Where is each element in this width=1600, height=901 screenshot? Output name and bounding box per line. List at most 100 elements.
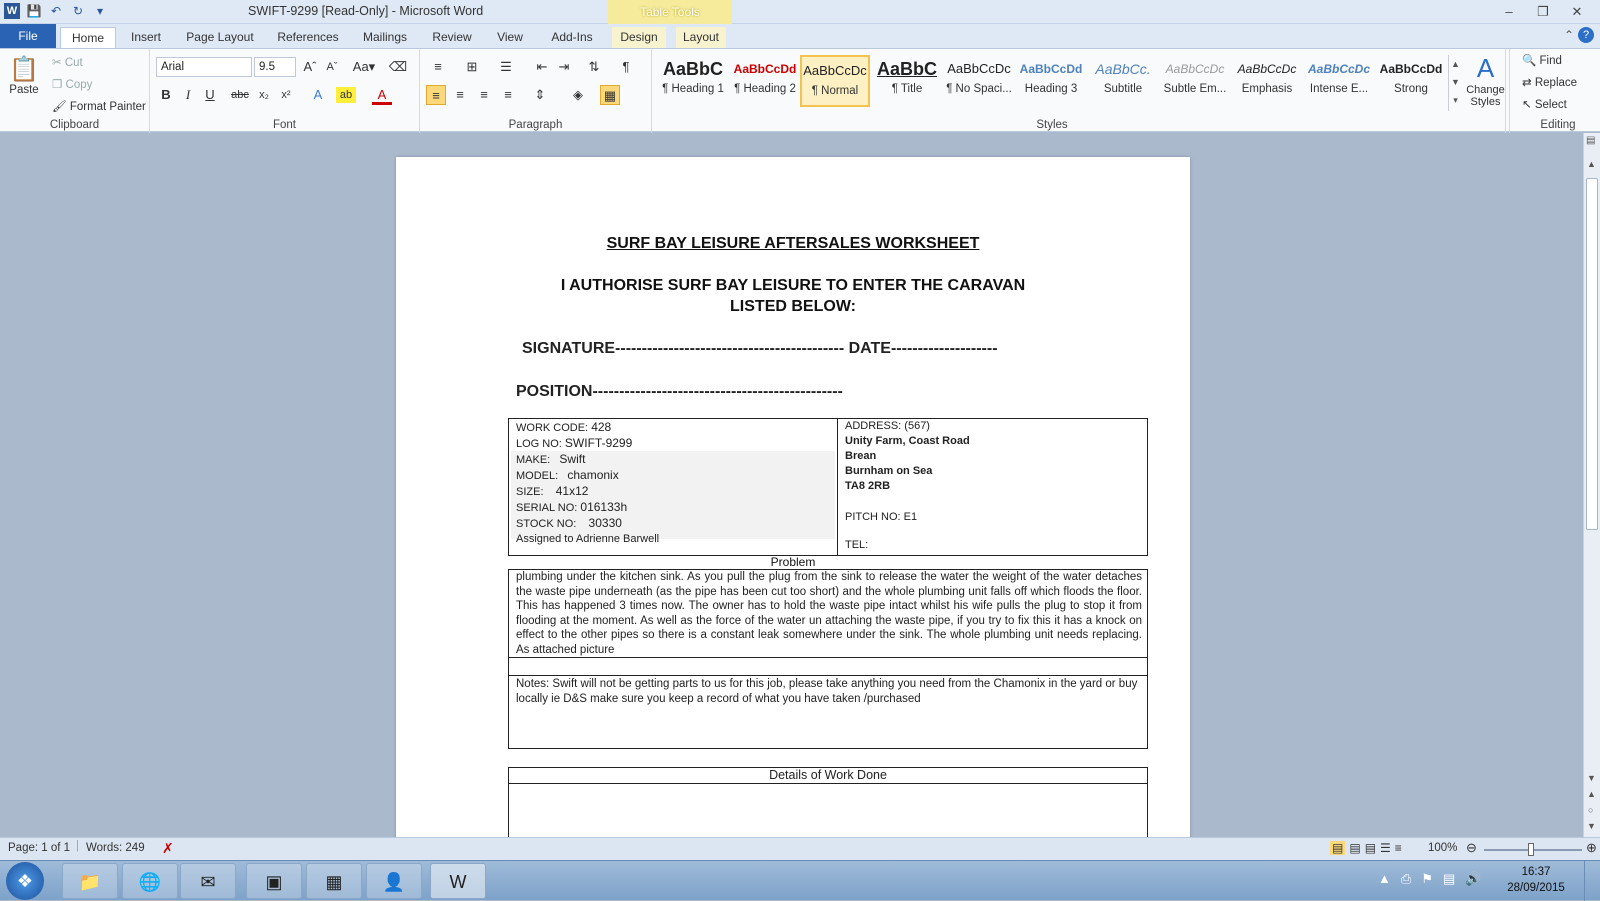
scroll-up-icon[interactable]: ▲	[1587, 159, 1596, 169]
subscript-icon[interactable]: x₂	[254, 85, 274, 105]
restore-icon[interactable]: ❐	[1526, 2, 1560, 22]
align-left-icon[interactable]: ≡	[426, 85, 446, 105]
tab-design[interactable]: Design	[612, 27, 666, 48]
numbering-icon[interactable]: ⊞	[462, 57, 482, 77]
customize-qat-icon[interactable]: ▾	[92, 3, 108, 19]
zoom-level[interactable]: 100%	[1428, 842, 1457, 854]
change-case-icon[interactable]: Aa▾	[350, 57, 378, 77]
flag-icon[interactable]: ⚑	[1421, 871, 1433, 887]
print-layout-icon[interactable]: ▤	[1330, 841, 1346, 855]
show-desktop-button[interactable]	[1584, 861, 1600, 901]
zoom-in-icon[interactable]: ⊕	[1586, 840, 1597, 856]
font-size-select[interactable]: 9.5	[254, 57, 296, 77]
notes-text[interactable]: Notes: Swift will not be getting parts t…	[516, 677, 1144, 706]
cut-button[interactable]: ✂ Cut	[52, 55, 83, 69]
tab-insert[interactable]: Insert	[124, 27, 168, 48]
style-subtitle[interactable]: AaBbCc. Subtitle	[1088, 55, 1158, 107]
align-right-icon[interactable]: ≡	[474, 85, 494, 105]
volume-icon[interactable]: 🔊	[1465, 871, 1481, 887]
style-emphasis[interactable]: AaBbCcDc Emphasis	[1232, 55, 1302, 107]
text-effects-icon[interactable]: A	[308, 85, 328, 105]
network-icon[interactable]: ▤	[1443, 871, 1455, 887]
italic-icon[interactable]: I	[178, 85, 198, 105]
underline-icon[interactable]: U	[200, 85, 220, 105]
style-title[interactable]: AaBbC ¶ Title	[872, 55, 942, 107]
align-center-icon[interactable]: ≡	[450, 85, 470, 105]
problem-text[interactable]: plumbing under the kitchen sink. As you …	[516, 570, 1142, 657]
word-logo-icon[interactable]: W	[4, 3, 20, 19]
strikethrough-icon[interactable]: abc	[230, 85, 250, 105]
next-page-icon[interactable]: ▼	[1587, 821, 1596, 831]
undo-icon[interactable]: ↶	[48, 3, 64, 19]
proofing-error-icon[interactable]: ✗	[162, 840, 174, 857]
outlook-icon[interactable]: ✉	[180, 863, 236, 899]
tab-view[interactable]: View	[488, 27, 532, 48]
paste-button[interactable]: 📋 Paste	[6, 55, 42, 117]
document-page[interactable]: SURF BAY LEISURE AFTERSALES WORKSHEET I …	[396, 157, 1190, 867]
line-spacing-icon[interactable]: ⇕	[530, 85, 550, 105]
sort-icon[interactable]: ⇅	[584, 57, 604, 77]
full-screen-reading-icon[interactable]: ▤	[1349, 841, 1360, 855]
calendar-app-icon[interactable]: ▦	[306, 863, 362, 899]
web-layout-icon[interactable]: ▤	[1365, 841, 1376, 855]
grow-font-icon[interactable]: Aˆ	[300, 57, 320, 77]
style-normal[interactable]: AaBbCcDc ¶ Normal	[800, 55, 870, 107]
replace-button[interactable]: ⇄ Replace	[1522, 75, 1577, 89]
tab-page-layout[interactable]: Page Layout	[178, 27, 262, 48]
word-count[interactable]: Words: 249	[86, 842, 145, 854]
tab-layout[interactable]: Layout	[676, 27, 726, 48]
previous-page-icon[interactable]: ▲	[1587, 789, 1596, 799]
ruler-toggle-icon[interactable]: ▤	[1586, 135, 1595, 146]
superscript-icon[interactable]: x²	[276, 85, 296, 105]
tab-home[interactable]: Home	[60, 27, 116, 48]
clock[interactable]: 16:37 28/09/2015	[1506, 864, 1566, 896]
style-subtle-emphasis[interactable]: AaBbCcDc Subtle Em...	[1160, 55, 1230, 107]
help-icon[interactable]: ?	[1578, 27, 1594, 43]
file-explorer-icon[interactable]: 📁	[62, 863, 118, 899]
increase-indent-icon[interactable]: ⇥	[554, 57, 574, 77]
bold-icon[interactable]: B	[156, 85, 176, 105]
change-styles-button[interactable]: A Change Styles	[1462, 49, 1510, 133]
justify-icon[interactable]: ≡	[498, 85, 518, 105]
scroll-down-icon[interactable]: ▼	[1587, 773, 1596, 783]
format-painter-button[interactable]: 🖌 Format Painter	[52, 99, 146, 113]
bullets-icon[interactable]: ≡	[428, 57, 448, 77]
printer-icon[interactable]: ⎙	[1401, 871, 1411, 887]
redo-icon[interactable]: ↻	[70, 3, 86, 19]
save-icon[interactable]: 💾	[26, 3, 42, 19]
style-no-spacing[interactable]: AaBbCcDc ¶ No Spaci...	[944, 55, 1014, 107]
tab-add-ins[interactable]: Add-Ins	[544, 27, 600, 48]
highlight-icon[interactable]: ab	[336, 87, 356, 103]
borders-icon[interactable]: ▦	[600, 85, 620, 105]
select-button[interactable]: ↖ Select	[1522, 97, 1567, 111]
font-name-select[interactable]: Arial	[156, 57, 252, 77]
page-count[interactable]: Page: 1 of 1	[8, 842, 70, 854]
font-color-icon[interactable]: A	[372, 85, 392, 105]
shrink-font-icon[interactable]: Aˇ	[322, 57, 342, 77]
style-strong[interactable]: AaBbCcDd Strong	[1376, 55, 1446, 107]
style-heading-3[interactable]: AaBbCcDd Heading 3	[1016, 55, 1086, 107]
start-button-icon[interactable]: ❖	[6, 862, 44, 900]
contacts-app-icon[interactable]: 👤	[366, 863, 422, 899]
tab-review[interactable]: Review	[426, 27, 478, 48]
zoom-slider-thumb[interactable]	[1528, 843, 1534, 856]
close-icon[interactable]: ✕	[1560, 2, 1594, 22]
style-heading-2[interactable]: AaBbCcDd ¶ Heading 2	[730, 55, 800, 107]
find-button[interactable]: 🔍 Find	[1522, 53, 1562, 67]
minimize-ribbon-icon[interactable]: ⌃	[1564, 28, 1574, 42]
tab-references[interactable]: References	[272, 27, 344, 48]
copy-button[interactable]: ❐ Copy	[52, 77, 92, 91]
minimize-icon[interactable]: –	[1492, 2, 1526, 22]
word-taskbar-icon[interactable]: W	[430, 863, 486, 899]
scrollbar-thumb[interactable]	[1586, 178, 1598, 530]
firefox-icon[interactable]: 🌐	[122, 863, 178, 899]
clear-formatting-icon[interactable]: ⌫	[388, 57, 408, 77]
browse-object-icon[interactable]: ○	[1588, 805, 1593, 815]
outline-icon[interactable]: ☰	[1380, 841, 1391, 855]
multilevel-list-icon[interactable]: ☰	[496, 57, 516, 77]
tray-expand-icon[interactable]: ▲	[1378, 871, 1391, 887]
zoom-out-icon[interactable]: ⊖	[1466, 840, 1477, 856]
draft-icon[interactable]: ≡	[1395, 841, 1402, 855]
decrease-indent-icon[interactable]: ⇤	[532, 57, 552, 77]
style-heading-1[interactable]: AaBbC ¶ Heading 1	[658, 55, 728, 107]
